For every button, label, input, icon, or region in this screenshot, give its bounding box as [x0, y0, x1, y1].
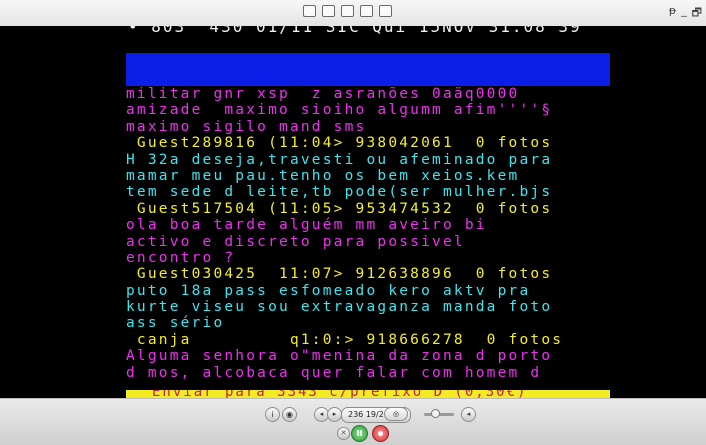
teletext-line: amizade maximo sioiho algumm afim''''§: [126, 102, 553, 119]
settings-icon[interactable]: [379, 5, 392, 17]
stop-button[interactable]: ✕: [337, 427, 350, 440]
record-button[interactable]: [372, 425, 389, 442]
speaker-icon[interactable]: ◂: [461, 407, 476, 422]
teletext-line: ass sério: [126, 315, 225, 332]
next-channel-button[interactable]: ▸: [327, 407, 342, 422]
teletext-line: Guest030425 11:07> 912638896 0 fotos: [126, 266, 553, 283]
teletext-line: ola boa tarde alguém mm aveiro bi: [126, 217, 487, 234]
video-frame: • 803 430 01/11 SIC Qui 15NOV 31:08 39 m…: [0, 26, 706, 398]
snapshot-button[interactable]: ◉: [282, 407, 297, 422]
teletext-line: d mos, alcobaca quer falar com homem d: [126, 364, 542, 381]
window-controls: ᵽ _ 🗗: [669, 4, 702, 23]
teletext-line: maximo sigilo mand sms: [126, 118, 367, 135]
player-controls: i ◉ ◂ ▸ 236 19/21 SIC ◎ ◂ ✕ II: [0, 398, 706, 445]
teletext-line: Alguma senhora o"menina da zona d porto: [126, 348, 553, 365]
pause-button[interactable]: II: [351, 425, 368, 442]
toolbar-icons: [303, 5, 392, 17]
teletext-line: Guest289816 (11:04> 938042061 0 fotos: [126, 135, 553, 152]
teletext-line: Guest517504 (11:05> 953474532 0 fotos: [126, 200, 553, 217]
teletext-line: tem sede d leite,tb pode(ser mulher.bjs: [126, 184, 553, 201]
volume-knob[interactable]: [430, 409, 440, 418]
record-dot-icon: [378, 431, 383, 436]
pin-icon[interactable]: ᵽ: [669, 4, 676, 23]
top-toolbar: ᵽ _ 🗗: [0, 0, 706, 27]
minimize-icon[interactable]: _: [681, 4, 687, 23]
teletext-line: militar gnr xsp z asranões 0aäq0000: [126, 86, 520, 102]
camera-icon[interactable]: [341, 5, 354, 17]
volume-slider[interactable]: [424, 409, 454, 418]
teletext-line: activo e discreto para possivel: [126, 233, 465, 250]
blue-banner: [126, 53, 610, 86]
teletext-line: canja q1:0:> 918666278 0 fotos: [126, 331, 564, 348]
footer-text: Enviar para 3343 c/prefixo D (0,30€): [152, 390, 528, 398]
teletext-line: mamar meu pau.tenho os bem xeios.kem: [126, 167, 520, 184]
teletext-messages: militar gnr xsp z asranões 0aäq0000 amiz…: [126, 86, 563, 381]
teletext-line: encontro ?: [126, 249, 236, 266]
teletext-header-line: • 803 430 01/11 SIC Qui 15NOV 31:08 39: [128, 26, 582, 36]
fullscreen-icon[interactable]: [322, 5, 335, 17]
teletext-line: H 32a deseja,travesti ou afeminado para: [126, 151, 553, 168]
info-button[interactable]: i: [265, 407, 280, 422]
teletext-line: kurte viseu sou extravaganza manda foto: [126, 299, 553, 316]
share-icon[interactable]: [360, 5, 373, 17]
teletext-line: puto 18a pass esfomeado kero aktv pra: [126, 282, 531, 299]
restore-icon[interactable]: 🗗: [692, 4, 702, 23]
footer-banner: Enviar para 3343 c/prefixo D (0,30€): [126, 390, 610, 398]
speed-toggle[interactable]: ◎: [384, 407, 408, 421]
window-icon[interactable]: [303, 5, 316, 17]
